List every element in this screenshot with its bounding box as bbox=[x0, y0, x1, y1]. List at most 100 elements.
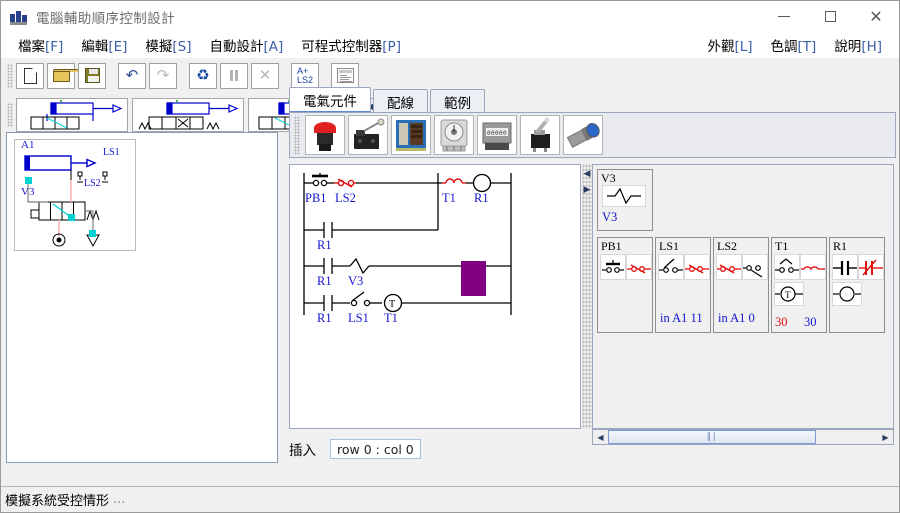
menu-theme-accel: [T] bbox=[797, 39, 817, 55]
hscroll-right-arrow-icon[interactable]: ▶ bbox=[878, 430, 893, 444]
menu-simulate[interactable]: 模擬[S] bbox=[136, 33, 200, 57]
menu-look[interactable]: 外觀[L] bbox=[698, 33, 761, 57]
relay-module-icon[interactable] bbox=[391, 115, 431, 155]
block-v3[interactable]: V3 V3 bbox=[597, 169, 653, 231]
block-ls1-title: LS1 bbox=[659, 239, 680, 253]
block-v3-title: V3 bbox=[601, 171, 616, 185]
block-v3-sublabel: V3 bbox=[602, 210, 618, 224]
block-ls2-sublabel: in A1 0 bbox=[718, 311, 755, 325]
app-icon bbox=[10, 9, 28, 25]
right-panel-hscrollbar[interactable]: ◀ ∥∣ ▶ bbox=[592, 429, 894, 445]
ladder-label-pb1: PB1 bbox=[305, 191, 327, 205]
panel-splitter[interactable]: ◀ ▶ bbox=[582, 164, 592, 429]
proximity-sensor-icon[interactable] bbox=[563, 115, 603, 155]
menu-plc-label: 可程式控制器 bbox=[301, 39, 383, 55]
component-palette: 000 00 bbox=[289, 112, 896, 158]
window-controls: ✕ bbox=[761, 1, 899, 32]
run-simulation-button[interactable]: ♻ bbox=[189, 62, 217, 89]
pneumatic-circuit-diagram[interactable]: A1 V3 LS1 LS2 bbox=[14, 139, 136, 251]
ladder-label-ls1: LS1 bbox=[348, 311, 369, 325]
menu-plc[interactable]: 可程式控制器[P] bbox=[292, 33, 410, 57]
menu-look-accel: [L] bbox=[734, 39, 753, 55]
ladder-label-r1-coil: R1 bbox=[474, 191, 489, 205]
undo-arrow-icon: ↶ bbox=[125, 66, 139, 84]
toggle-switch-icon[interactable] bbox=[520, 115, 560, 155]
ladder-diagram-canvas[interactable]: T PB1 LS2 T1 R1 R1 R1 V3 R1 LS1 T1 bbox=[289, 164, 581, 429]
block-r1[interactable]: R1 bbox=[829, 237, 885, 333]
tab-wiring-label: 配線 bbox=[387, 95, 414, 112]
open-file-button[interactable] bbox=[47, 62, 81, 89]
ladder-label-ls2: LS2 bbox=[335, 191, 356, 205]
tab-examples[interactable]: 範例 bbox=[430, 89, 485, 113]
pneumatic-circuit-panel[interactable]: A1 V3 LS1 LS2 bbox=[6, 132, 278, 463]
open-folder-icon bbox=[52, 69, 81, 82]
toolbar-grip[interactable] bbox=[7, 63, 13, 88]
emergency-stop-button-icon[interactable] bbox=[305, 115, 345, 155]
redo-button: ↷ bbox=[149, 62, 177, 89]
menu-help-accel: [H] bbox=[861, 39, 882, 55]
block-t1[interactable]: T1 T 30 30 bbox=[771, 237, 827, 333]
maximize-icon bbox=[824, 11, 836, 22]
menu-file-accel: [F] bbox=[45, 39, 64, 55]
status-text: 模擬系統受控情形 bbox=[5, 494, 110, 509]
floppy-save-icon bbox=[84, 68, 100, 83]
workspace: A1 V3 LS1 LS2 電氣元件 配線 範例 0 0 0 0 0 T PB1… bbox=[1, 87, 899, 486]
menu-autodesign-label: 自動設計 bbox=[209, 39, 264, 55]
window-title: 電腦輔助順序控制設計 bbox=[36, 10, 175, 27]
component-status-panel[interactable]: V3 V3 PB1 LS1 in A1 11 LS2 in A1 0 T1 T … bbox=[592, 164, 894, 429]
menu-simulate-label: 模擬 bbox=[145, 39, 173, 55]
menu-help[interactable]: 說明[H] bbox=[825, 33, 891, 57]
menu-theme[interactable]: 色調[T] bbox=[762, 33, 826, 57]
ladder-label-r1-rung4: R1 bbox=[317, 311, 332, 325]
menu-autodesign[interactable]: 自動設計[A] bbox=[201, 33, 293, 57]
close-icon: ✕ bbox=[869, 7, 883, 26]
block-ls2[interactable]: LS2 in A1 0 bbox=[713, 237, 769, 333]
circuit-thumb-2[interactable] bbox=[132, 98, 244, 132]
close-button[interactable]: ✕ bbox=[853, 1, 899, 32]
document-report-icon bbox=[336, 68, 354, 83]
counter-icon[interactable]: 000 00 bbox=[477, 115, 517, 155]
new-file-button[interactable] bbox=[16, 62, 44, 89]
sequence-button[interactable]: A+ LS2 bbox=[291, 62, 319, 89]
ladder-selection-block[interactable] bbox=[461, 261, 486, 296]
menu-theme-label: 色調 bbox=[770, 39, 798, 55]
refresh-cycle-icon: ♻ bbox=[196, 66, 210, 84]
hscroll-track[interactable]: ∥∣ bbox=[608, 430, 878, 444]
tab-electrical-components[interactable]: 電氣元件 bbox=[289, 87, 371, 113]
application-window: 電腦輔助順序控制設計 ✕ 檔案[F] 編輯[E] 模擬[S] 自動設計[A] 可… bbox=[0, 0, 900, 513]
hscroll-thumb[interactable]: ∥∣ bbox=[608, 430, 816, 444]
valve-label: V3 bbox=[21, 186, 35, 198]
report-button[interactable] bbox=[331, 62, 359, 89]
pause-button bbox=[220, 62, 248, 89]
menu-plc-accel: [P] bbox=[382, 39, 401, 55]
palette-grip[interactable] bbox=[7, 103, 13, 127]
cursor-position-field[interactable]: row 0 : col 0 bbox=[330, 439, 421, 459]
menu-autodesign-accel: [A] bbox=[263, 39, 284, 55]
tab-examples-label: 範例 bbox=[444, 95, 471, 112]
timer-icon[interactable] bbox=[434, 115, 474, 155]
block-r1-title: R1 bbox=[833, 239, 848, 253]
menu-edit[interactable]: 編輯[E] bbox=[72, 33, 136, 57]
block-pb1-title: PB1 bbox=[601, 239, 622, 253]
status-dots: ... bbox=[113, 492, 126, 507]
editor-area: 電氣元件 配線 範例 0 0 0 0 0 T PB1 LS2 T1 R1 R1 … bbox=[289, 87, 899, 463]
block-ls1[interactable]: LS1 in A1 11 bbox=[655, 237, 711, 333]
minimize-button[interactable] bbox=[761, 1, 807, 32]
circuit-thumb-1[interactable] bbox=[16, 98, 128, 132]
limit-switch-icon[interactable] bbox=[348, 115, 388, 155]
block-t1-title: T1 bbox=[775, 239, 789, 253]
maximize-button[interactable] bbox=[807, 1, 853, 32]
menu-edit-label: 編輯 bbox=[81, 39, 109, 55]
undo-button[interactable]: ↶ bbox=[118, 62, 146, 89]
component-palette-grip[interactable] bbox=[294, 116, 300, 154]
a-plus-ls2-icon: A+ LS2 bbox=[297, 66, 313, 85]
block-pb1[interactable]: PB1 bbox=[597, 237, 653, 333]
menu-bar-right: 外觀[L] 色調[T] 說明[H] bbox=[698, 32, 891, 58]
hscroll-left-arrow-icon[interactable]: ◀ bbox=[593, 430, 608, 444]
tab-wiring[interactable]: 配線 bbox=[373, 89, 428, 113]
minimize-icon bbox=[778, 15, 790, 18]
menu-file[interactable]: 檔案[F] bbox=[9, 33, 72, 57]
block-t1-value-red: 30 bbox=[775, 315, 788, 329]
ladder-label-t1-coil: T1 bbox=[384, 311, 398, 325]
save-file-button[interactable] bbox=[78, 62, 106, 89]
